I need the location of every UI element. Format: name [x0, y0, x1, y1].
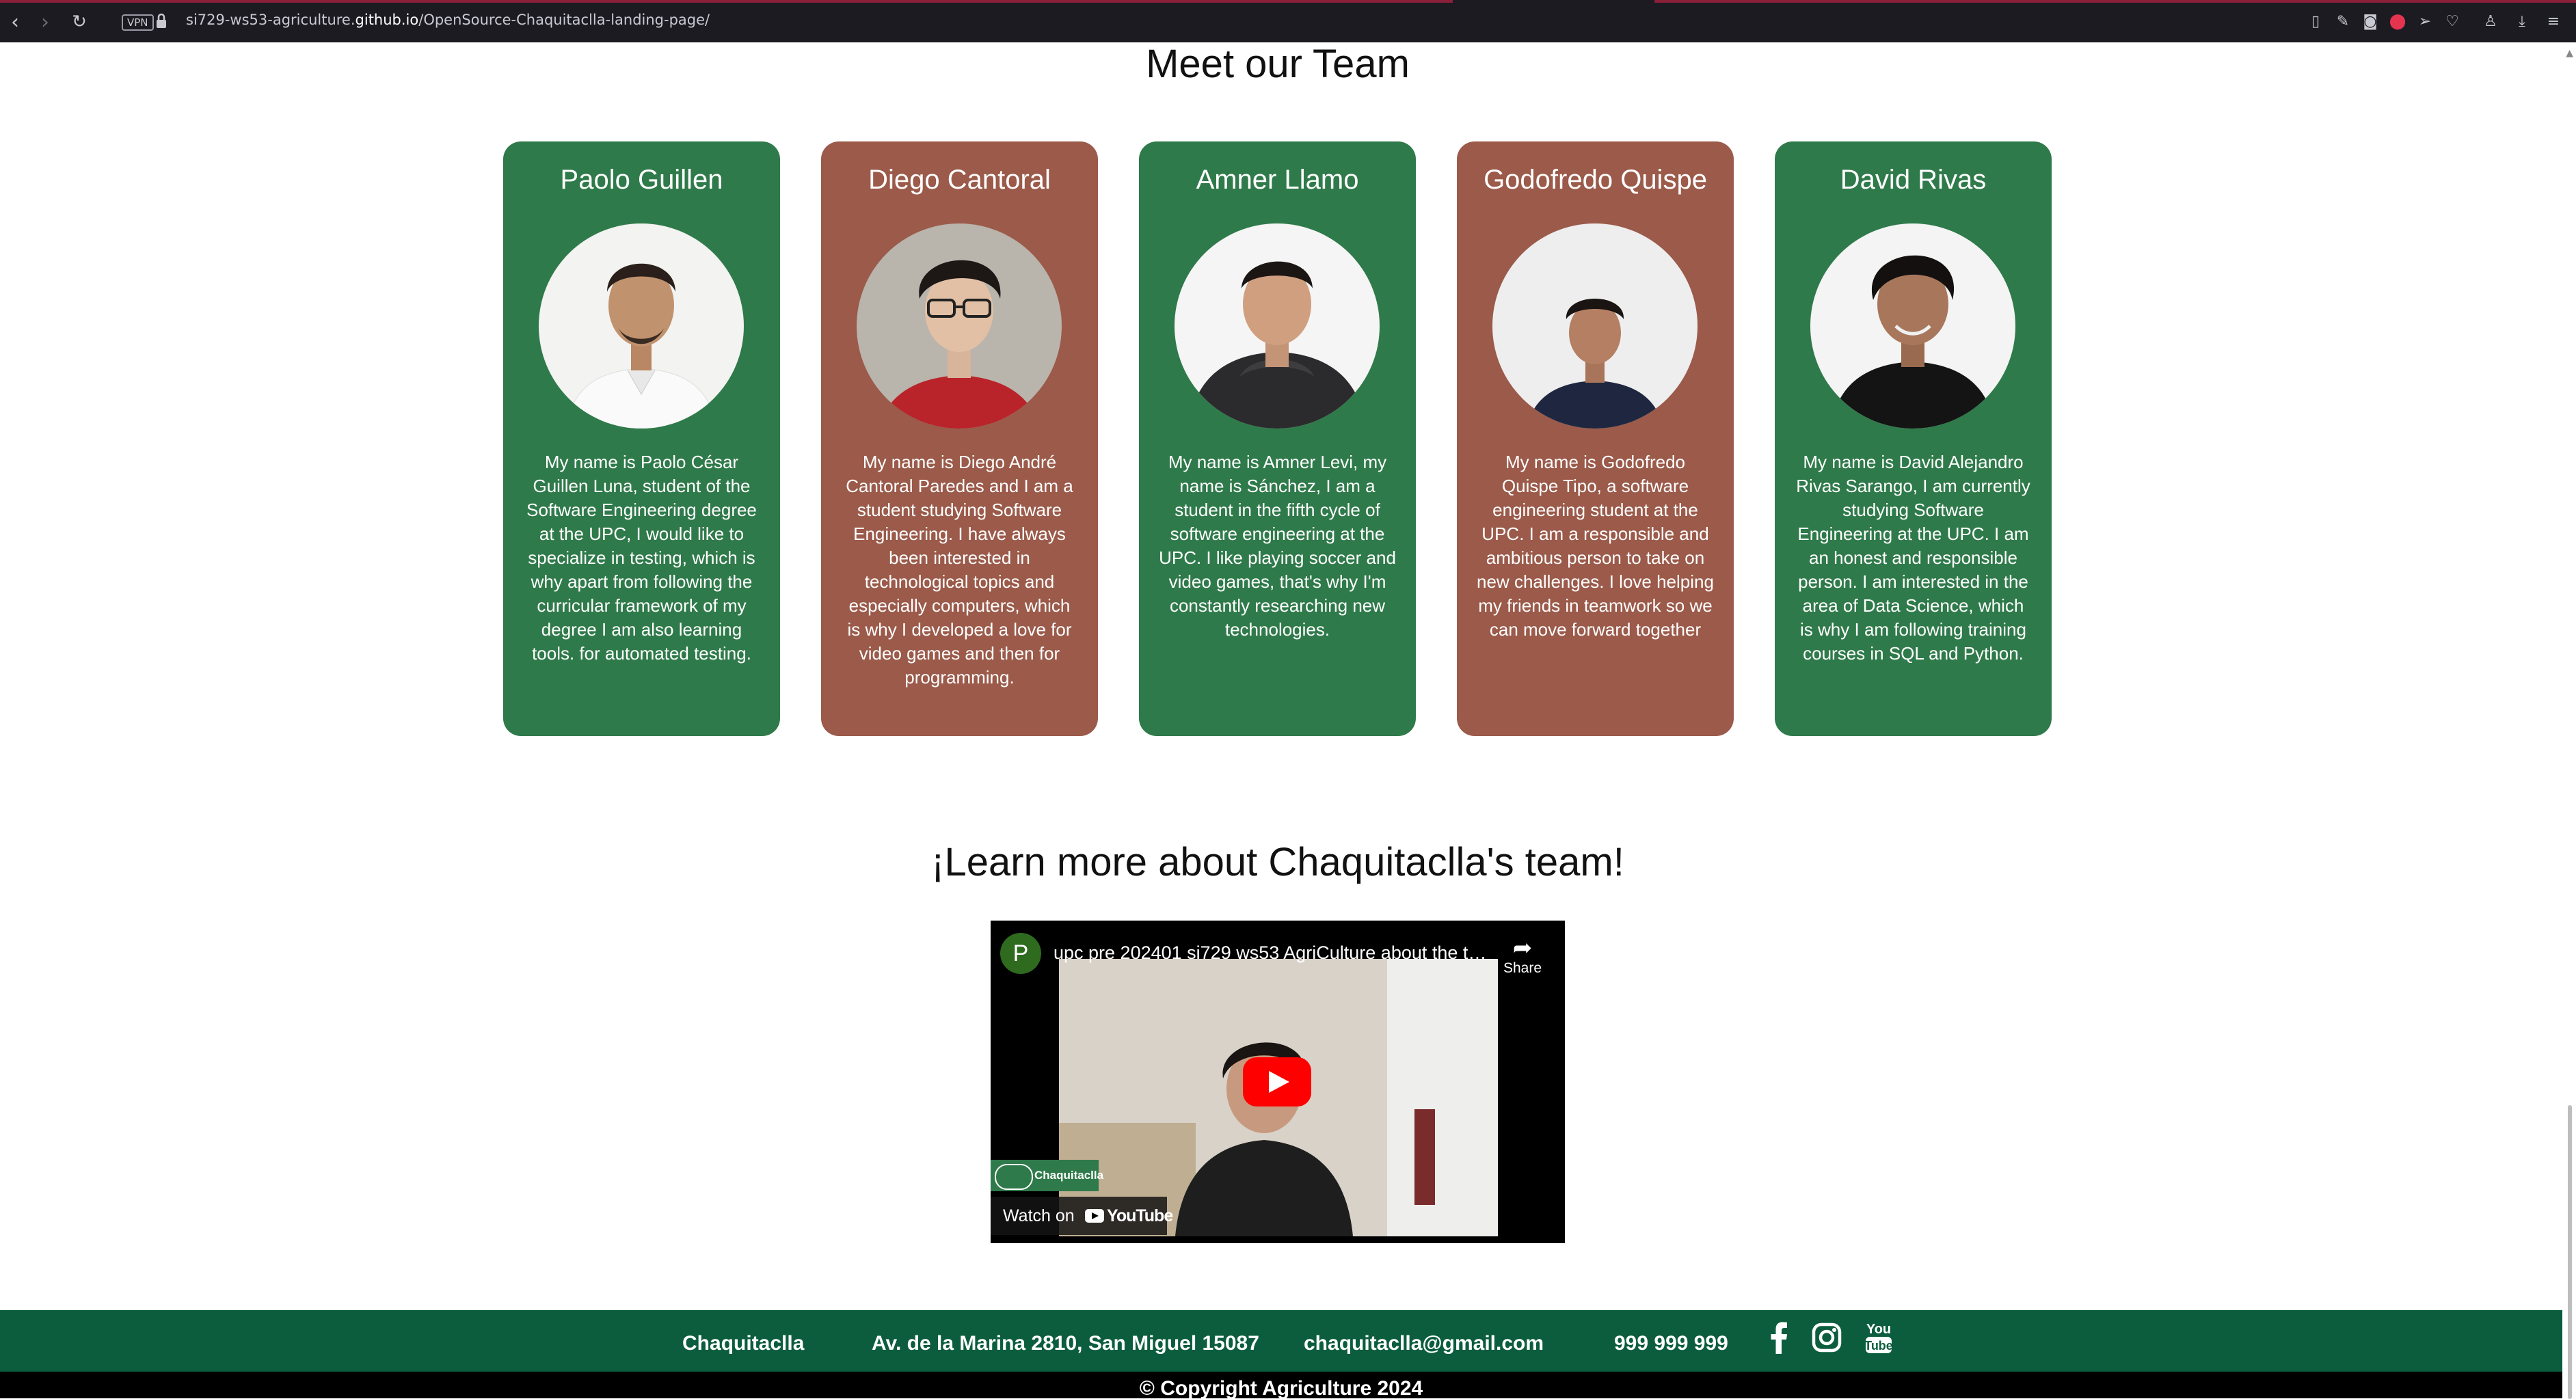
video-title[interactable]: upc pre 202401 si729 ws53 AgriCulture ab…: [1054, 942, 1491, 964]
video-brand-overlay: Chaquitaclla: [991, 1160, 1103, 1191]
browser-toolbar: ‹ › ↻ VPN si729-ws53-agriculture.github.…: [0, 0, 2576, 42]
member-photo: [1810, 223, 2015, 429]
footer-address: Av. de la Marina 2810, San Miguel 15087: [872, 1332, 1259, 1355]
url-prefix: si729-ws53-agriculture.: [186, 12, 355, 28]
team-card-david: David Rivas My name is David Alejandro R…: [1775, 141, 2052, 736]
member-bio: My name is Diego André Cantoral Paredes …: [846, 452, 1073, 688]
channel-avatar[interactable]: P: [1000, 933, 1041, 974]
member-photo: [1492, 223, 1698, 429]
send-icon[interactable]: ➢: [2416, 12, 2434, 30]
copyright-text: © Copyright Agriculture 2024: [1139, 1377, 1423, 1398]
download-icon[interactable]: ⤓: [2513, 12, 2531, 30]
profile-icon[interactable]: ♙: [2482, 12, 2499, 30]
member-photo: [857, 223, 1062, 429]
instagram-icon[interactable]: [1812, 1322, 1842, 1353]
url-host: github.io: [355, 12, 419, 28]
member-name: Amner Llamo: [1196, 165, 1359, 195]
camera-icon[interactable]: ◙: [2361, 12, 2379, 30]
tab-strip-accent: [1654, 0, 2576, 3]
play-button[interactable]: [1243, 1057, 1311, 1106]
share-label: Share: [1503, 960, 1542, 976]
address-bar[interactable]: si729-ws53-agriculture.github.io/OpenSou…: [186, 12, 710, 28]
team-card-paolo: Paolo Guillen My name is Paolo César Gui…: [503, 141, 780, 736]
heart-icon[interactable]: ♡: [2443, 12, 2461, 30]
team-card-diego: Diego Cantoral My name is Diego André Ca…: [821, 141, 1098, 736]
forward-icon[interactable]: ›: [33, 10, 57, 34]
scrollbar-thumb[interactable]: [2568, 1105, 2572, 1399]
brand-label: Chaquitaclla: [1034, 1169, 1104, 1182]
url-path: /OpenSource-Chaquitaclla-landing-page/: [418, 12, 710, 28]
footer-company: Chaquitaclla: [682, 1332, 805, 1355]
shield-icon[interactable]: ⬤: [2389, 12, 2406, 30]
svg-text:You: You: [1866, 1322, 1891, 1337]
share-button[interactable]: ➦ Share: [1502, 936, 1543, 977]
tab-strip-accent: [0, 0, 1453, 3]
member-bio: My name is Godofredo Quispe Tipo, a soft…: [1477, 452, 1714, 640]
svg-text:Tube: Tube: [1864, 1339, 1893, 1353]
edit-icon[interactable]: ✎: [2334, 12, 2352, 30]
brand-logo-icon: [995, 1164, 1033, 1190]
back-icon[interactable]: ‹: [3, 10, 27, 34]
menu-icon[interactable]: ≡: [2545, 12, 2562, 30]
footer-email[interactable]: chaquitaclla@gmail.com: [1304, 1332, 1544, 1355]
share-icon: ➦: [1512, 934, 1533, 962]
member-bio: My name is Paolo César Guillen Luna, stu…: [526, 452, 757, 664]
member-name: Paolo Guillen: [560, 165, 723, 195]
facebook-icon[interactable]: [1769, 1321, 1788, 1354]
scroll-up-icon[interactable]: ▲: [2566, 48, 2573, 59]
vpn-badge[interactable]: VPN: [122, 14, 154, 31]
footer-phone: 999 999 999: [1614, 1332, 1728, 1355]
member-photo: [539, 223, 744, 429]
member-name: Godofredo Quispe: [1484, 165, 1707, 195]
team-card-godofredo: Godofredo Quispe My name is Godofredo Qu…: [1457, 141, 1734, 736]
watch-on-youtube-button[interactable]: Watch on YouTube: [991, 1197, 1173, 1235]
lock-icon: [157, 13, 166, 28]
member-name: Diego Cantoral: [868, 165, 1051, 195]
team-section-title: Meet our Team: [1146, 42, 1410, 86]
watch-on-label: Watch on: [1003, 1206, 1075, 1225]
reader-view-icon[interactable]: ▯: [2307, 12, 2324, 30]
member-bio: My name is David Alejandro Rivas Sarango…: [1796, 452, 2030, 664]
youtube-wordmark: YouTube: [1107, 1206, 1173, 1225]
site-footer: Chaquitaclla Av. de la Marina 2810, San …: [0, 1310, 2562, 1372]
reload-icon[interactable]: ↻: [67, 10, 92, 34]
member-bio: My name is Amner Levi, my name is Sánche…: [1159, 452, 1396, 640]
page-scrollbar[interactable]: ▲: [2562, 42, 2576, 1399]
member-photo: [1175, 223, 1380, 429]
copyright-bar: © Copyright Agriculture 2024: [0, 1372, 2562, 1398]
youtube-icon[interactable]: You Tube: [1864, 1318, 1894, 1355]
member-name: David Rivas: [1840, 165, 1987, 195]
youtube-play-icon: [1085, 1209, 1104, 1223]
youtube-video-embed[interactable]: P upc pre 202401 si729 ws53 AgriCulture …: [991, 921, 1565, 1243]
learn-more-title: ¡Learn more about Chaquitaclla's team!: [931, 840, 1624, 884]
team-card-amner: Amner Llamo My name is Amner Levi, my na…: [1139, 141, 1416, 736]
